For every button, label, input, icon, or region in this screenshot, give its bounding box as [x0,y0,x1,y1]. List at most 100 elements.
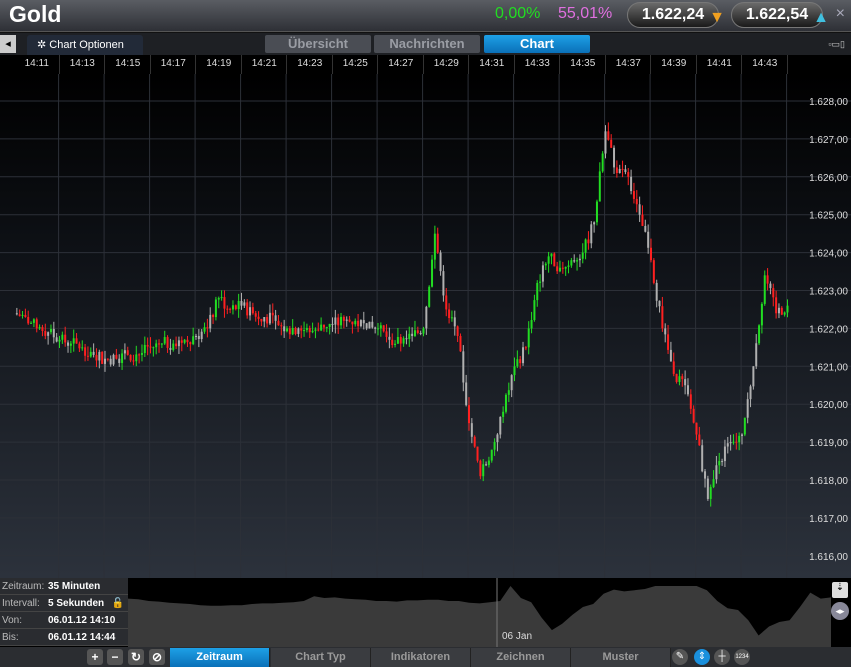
scale-icon[interactable]: ⇕ [694,649,710,665]
candle-body [681,376,684,380]
instrument-title: Gold [9,1,62,27]
x-tick-label: 14:31 [479,58,505,69]
tab-indikatoren[interactable]: Indikatoren [371,648,471,667]
tick-separator [104,55,106,74]
price-chart[interactable]: 1.628,00 1.627,00 1.626,00 1.625,00 1.624,00… [0,74,851,578]
tab-muster[interactable]: Muster [571,648,671,667]
candle-body [686,385,689,395]
y-tick-label: 1.619,00 [809,438,848,449]
candle-body [692,408,695,423]
candle-body [359,320,362,327]
candle-body [274,315,277,321]
candle-body [195,335,197,337]
candle-body [536,282,539,301]
candle-body [590,224,593,244]
zoom-out-button[interactable]: − [107,649,123,665]
tab-chart-typ[interactable]: Chart Typ [271,648,371,667]
candle-body [601,153,604,172]
candle-body [212,314,215,318]
bid-button[interactable]: 1.622,24 ▼ [627,2,725,28]
candle-body [712,479,715,488]
collapse-icon[interactable]: ◂ [0,35,16,53]
candle-body [411,333,414,336]
candle-body [172,343,175,350]
candle-body [257,316,260,319]
candle-body [160,343,163,345]
pencil-icon[interactable]: ✎ [672,649,688,665]
candle-body [365,323,368,329]
candle-body [67,342,70,346]
candle-body [630,176,633,192]
scroll-end-icon[interactable]: ⇣ [832,582,848,598]
y-tick-label: 1.620,00 [809,400,848,411]
candle-body [189,342,192,345]
candle-body [675,373,678,382]
x-tick-label: 14:43 [752,58,778,69]
candle-body [186,339,189,343]
candle-body [439,252,442,272]
zoom-in-button[interactable]: + [87,649,103,665]
refresh-icon[interactable]: ↻ [128,649,144,665]
tick-separator [331,55,333,74]
candle-body [485,464,488,466]
candle-body [783,312,786,315]
candle-body [527,328,530,348]
candle-body [436,233,439,253]
chart-options-button[interactable]: ✲ Chart Optionen [27,35,143,55]
candle-body [115,354,118,359]
tick-separator [786,55,788,74]
arrow-up-icon: ▲ [813,9,829,26]
candle-body [308,328,311,333]
candle-body [203,327,206,332]
ask-button[interactable]: 1.622,54 ▲ [731,2,829,28]
candle-body [123,350,126,354]
candle-body [32,319,35,323]
candle-body [462,351,465,383]
candle-body [669,349,672,362]
candle-body [615,167,618,174]
candle-body [379,325,382,329]
tab-zeichnen[interactable]: Zeichnen [471,648,571,667]
crosshair-icon[interactable]: ┼ [714,649,730,665]
candle-body [129,354,132,361]
von-info: Von: 06.01.12 14:10 [0,612,128,629]
candle-body [260,318,263,322]
candle-body [524,347,527,349]
tab-zeitraum[interactable]: Zeitraum [170,648,270,667]
candle-body [266,317,269,324]
tab-chart[interactable]: Chart [484,35,590,53]
x-tick-label: 14:41 [706,58,732,69]
candle-body [468,405,470,424]
layout-icons[interactable]: ▫▭▯ [828,39,845,50]
candle-body [342,316,345,321]
y-tick-label: 1.625,00 [809,211,848,222]
candle-body [741,434,743,436]
overview-chart[interactable] [128,578,831,647]
candle-body [445,295,448,310]
candle-body [271,312,274,316]
candle-body [655,282,658,301]
candle-body [314,329,317,331]
candle-body [479,460,482,477]
candle-body [516,359,519,367]
candle-body [183,339,186,343]
candle-body [530,319,533,329]
overview-handle[interactable]: ◂▸ [831,602,849,620]
candle-body [470,423,473,437]
candle-body [559,267,561,272]
candle-body [442,271,445,296]
candle-body [755,343,758,367]
tab-nachrichten[interactable]: Nachrichten [374,35,480,53]
candle-body [433,233,436,260]
candle-body [647,231,650,248]
values-icon[interactable]: 1234 [734,649,750,665]
close-icon[interactable]: × [836,5,845,23]
candle-body [561,267,564,269]
change-value: 0,00% [495,5,541,22]
candle-body [610,139,613,148]
x-tick-label: 14:37 [615,58,641,69]
lock-icon[interactable]: 🔓 [112,595,124,612]
tab-uebersicht[interactable]: Übersicht [265,35,371,53]
reset-icon[interactable]: ⊘ [149,649,165,665]
candle-body [27,317,30,324]
